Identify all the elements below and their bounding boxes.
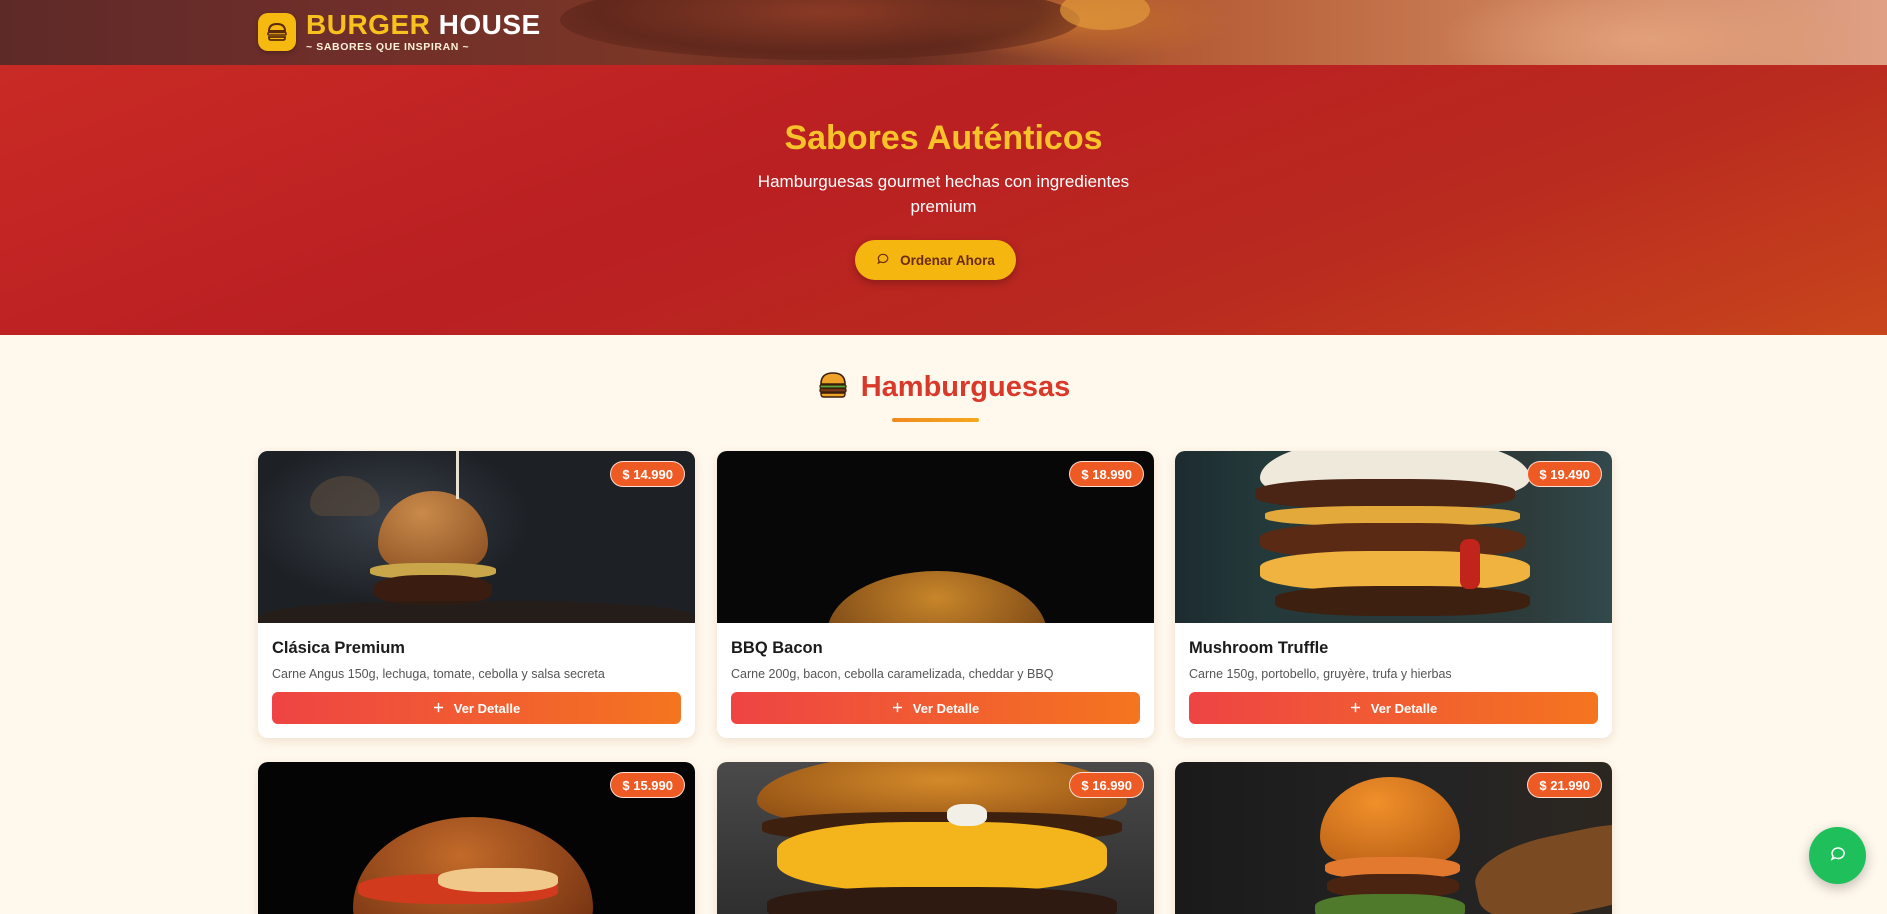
product-image: $ 15.990 — [258, 762, 695, 914]
hero-subtitle: Hamburguesas gourmet hechas con ingredie… — [757, 172, 1130, 216]
burger-icon — [258, 13, 296, 51]
view-detail-label: Ver Detalle — [453, 700, 521, 716]
chat-floating-button[interactable] — [1809, 827, 1866, 884]
product-card[interactable]: $ 15.990 — [258, 762, 695, 914]
chat-bubble-icon — [1829, 845, 1847, 866]
product-description: Carne Angus 150g, lechuga, tomate, cebol… — [272, 667, 605, 681]
order-now-label: Ordenar Ahora — [900, 252, 995, 268]
brand-tagline: ~ SABORES QUE INSPIRAN ~ — [306, 41, 470, 53]
brand-word-burger: BURGER — [306, 9, 431, 40]
hero-title: Sabores Auténticos — [784, 119, 1103, 157]
price-badge: $ 21.990 — [1527, 772, 1602, 798]
price-badge: $ 18.990 — [1069, 461, 1144, 487]
section-title: Hamburguesas — [860, 371, 1071, 403]
chat-bubble-icon — [876, 252, 890, 269]
product-card[interactable]: $ 18.990 BBQ Bacon Carne 200g, bacon, ce… — [717, 451, 1154, 738]
brand-logo-link[interactable]: BURGER HOUSE ~ SABORES QUE INSPIRAN ~ — [258, 11, 541, 53]
product-image: $ 21.990 — [1175, 762, 1612, 914]
product-image: $ 16.990 — [717, 762, 1154, 914]
view-detail-button[interactable]: Ver Detalle — [731, 692, 1140, 724]
section-header: Hamburguesas — [0, 370, 1887, 405]
top-header: BURGER HOUSE ~ SABORES QUE INSPIRAN ~ — [0, 0, 1887, 65]
product-name: Mushroom Truffle — [1189, 639, 1329, 657]
brand-name: BURGER HOUSE — [306, 11, 541, 39]
view-detail-label: Ver Detalle — [1370, 700, 1438, 716]
price-badge: $ 15.990 — [610, 772, 685, 798]
hero-banner: Sabores Auténticos Hamburguesas gourmet … — [0, 65, 1887, 335]
burger-icon — [817, 370, 849, 405]
product-card[interactable]: $ 16.990 — [717, 762, 1154, 914]
product-image: $ 14.990 — [258, 451, 695, 623]
price-badge: $ 14.990 — [610, 461, 685, 487]
order-now-button[interactable]: Ordenar Ahora — [855, 240, 1016, 280]
view-detail-button[interactable]: Ver Detalle — [272, 692, 681, 724]
product-image: $ 18.990 — [717, 451, 1154, 623]
product-name: Clásica Premium — [272, 639, 405, 657]
plus-icon — [1350, 701, 1361, 716]
brand-word-house: HOUSE — [438, 9, 541, 40]
product-card[interactable]: $ 21.990 — [1175, 762, 1612, 914]
product-image: $ 19.490 — [1175, 451, 1612, 623]
product-card[interactable]: $ 14.990 Clásica Premium Carne Angus 150… — [258, 451, 695, 738]
price-badge: $ 16.990 — [1069, 772, 1144, 798]
product-card[interactable]: $ 19.490 Mushroom Truffle Carne 150g, po… — [1175, 451, 1612, 738]
product-description: Carne 150g, portobello, gruyère, trufa y… — [1189, 667, 1452, 681]
product-description: Carne 200g, bacon, cebolla caramelizada,… — [731, 667, 1054, 681]
product-name: BBQ Bacon — [731, 639, 823, 657]
price-badge: $ 19.490 — [1527, 461, 1602, 487]
plus-icon — [433, 701, 444, 716]
view-detail-button[interactable]: Ver Detalle — [1189, 692, 1598, 724]
view-detail-label: Ver Detalle — [912, 700, 980, 716]
header-background-image — [560, 0, 1080, 60]
section-title-underline — [892, 418, 979, 422]
plus-icon — [892, 701, 903, 716]
